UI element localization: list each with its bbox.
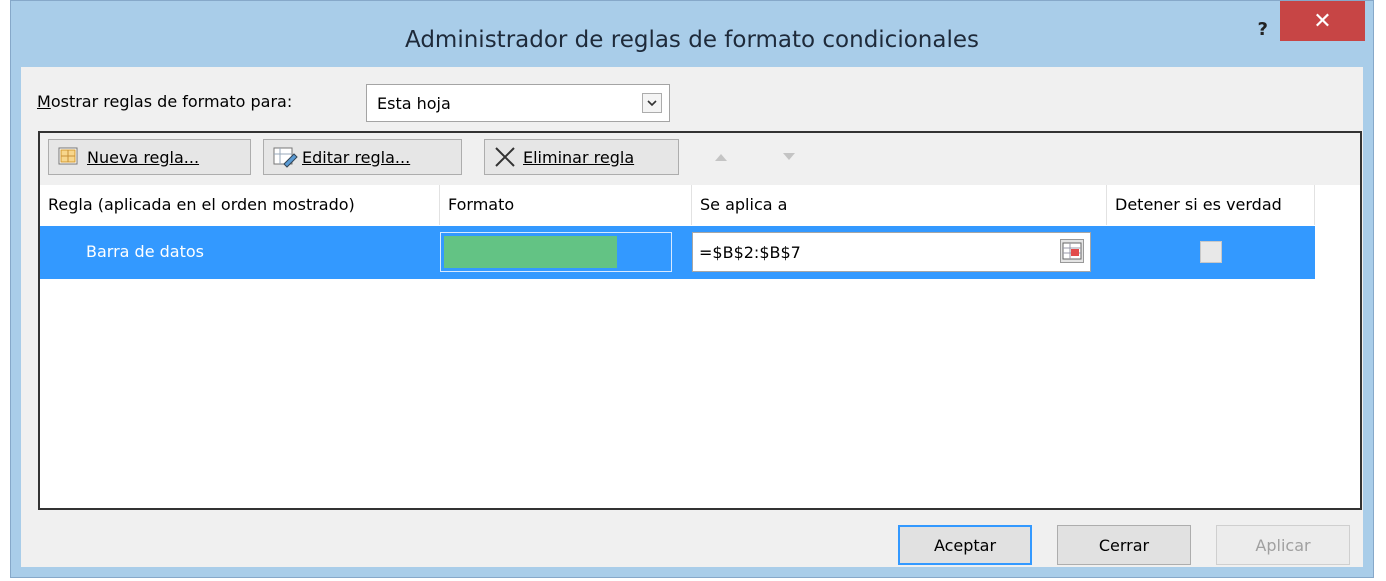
edit-rule-icon <box>272 146 298 168</box>
ok-button[interactable]: Aceptar <box>898 525 1032 565</box>
title-bar: Administrador de reglas de formato condi… <box>11 1 1373 67</box>
rules-toolbar: Nueva regla... Editar regla... Eliminar … <box>40 133 1360 185</box>
rules-panel: Nueva regla... Editar regla... Eliminar … <box>38 131 1362 510</box>
applies-to-value: =$B$2:$B$7 <box>699 243 801 262</box>
triangle-down-icon <box>783 153 795 160</box>
triangle-up-icon <box>715 154 727 161</box>
edit-rule-label: Editar regla... <box>302 147 411 167</box>
rule-row[interactable]: Barra de datos =$B$2:$B$7 <box>40 226 1315 279</box>
rules-table-header: Regla (aplicada en el orden mostrado) Fo… <box>40 185 1360 225</box>
column-header-format[interactable]: Formato <box>440 185 692 225</box>
data-bar-preview <box>444 236 617 268</box>
delete-rule-label: Eliminar regla <box>523 147 635 167</box>
help-button[interactable]: ? <box>1258 19 1268 40</box>
rule-name: Barra de datos <box>86 242 204 261</box>
new-rule-button[interactable]: Nueva regla... <box>48 139 251 175</box>
move-up-button[interactable] <box>704 141 738 173</box>
delete-x-icon <box>493 146 517 168</box>
column-header-rule[interactable]: Regla (aplicada en el orden mostrado) <box>40 185 440 225</box>
new-rule-icon <box>57 146 81 168</box>
applies-to-field[interactable]: =$B$2:$B$7 <box>692 232 1091 272</box>
stop-if-true-checkbox[interactable] <box>1200 241 1222 263</box>
delete-rule-button[interactable]: Eliminar regla <box>484 139 679 175</box>
apply-button[interactable]: Aplicar <box>1216 525 1350 565</box>
edit-rule-button[interactable]: Editar regla... <box>263 139 462 175</box>
chevron-down-icon[interactable] <box>642 93 662 113</box>
column-header-applies-to[interactable]: Se aplica a <box>692 185 1107 225</box>
column-header-stop-if-true[interactable]: Detener si es verdad <box>1107 185 1315 225</box>
show-rules-selected-value: Esta hoja <box>377 94 451 113</box>
collapse-dialog-icon <box>1062 242 1082 260</box>
range-selector-button[interactable] <box>1060 239 1084 263</box>
show-rules-select[interactable]: Esta hoja <box>366 84 670 122</box>
new-rule-label: Nueva regla... <box>87 147 200 167</box>
dialog-body: Mostrar reglas de formato para: Esta hoj… <box>21 67 1363 567</box>
close-button[interactable]: Cerrar <box>1057 525 1191 565</box>
close-icon: ✕ <box>1313 8 1332 34</box>
show-rules-label: Mostrar reglas de formato para: <box>37 92 293 111</box>
format-preview <box>440 232 672 272</box>
close-window-button[interactable]: ✕ <box>1280 1 1365 41</box>
conditional-formatting-dialog: Administrador de reglas de formato condi… <box>10 0 1374 578</box>
move-down-button[interactable] <box>772 141 806 173</box>
dialog-title: Administrador de reglas de formato condi… <box>405 27 979 53</box>
